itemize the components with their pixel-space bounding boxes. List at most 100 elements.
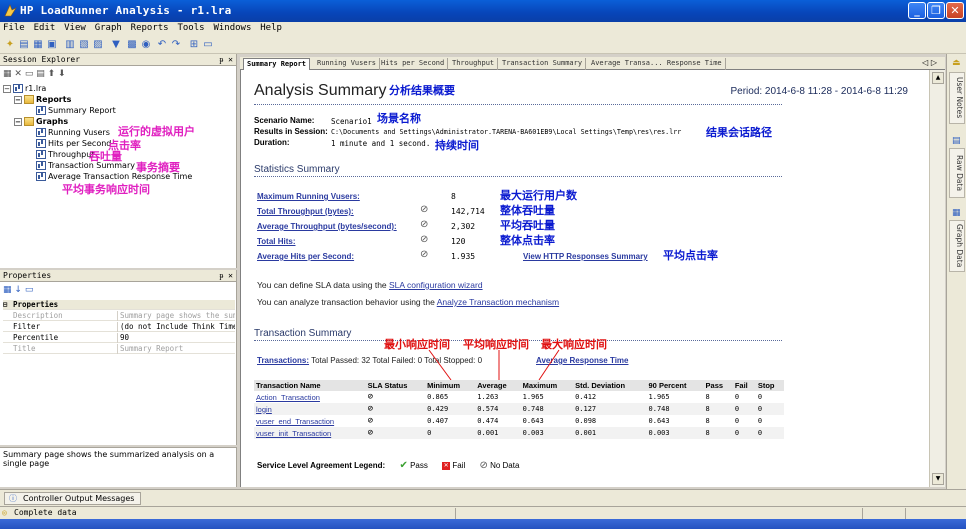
tab-hits-per-second[interactable]: Hits per Second: [378, 58, 449, 70]
property-description: Summary page shows the summarized analys…: [0, 447, 237, 487]
no-data-icon: ⊘: [367, 428, 374, 438]
tree-graph-running-vusers[interactable]: Running Vusers: [36, 127, 110, 138]
tab-scroll-arrows-icon[interactable]: ◁ ▷: [922, 58, 937, 67]
tree-summary-report[interactable]: Summary Report: [36, 105, 116, 116]
table-cell: 0.643: [648, 417, 670, 425]
collapse-icon[interactable]: −: [14, 95, 22, 104]
property-key: Percentile: [13, 333, 59, 342]
property-row-filter[interactable]: Filter (do not Include Think Time): [3, 322, 235, 332]
rename-icon[interactable]: ▭: [25, 69, 34, 79]
no-data-icon: ⊘: [367, 404, 374, 414]
properties-section[interactable]: ⊟ Properties: [3, 300, 235, 310]
table-cell: 0: [734, 393, 740, 401]
tab-running-vusers[interactable]: Running Vusers: [314, 58, 381, 70]
no-data-icon: ⊘: [367, 392, 374, 402]
export-icon[interactable]: ▧: [78, 39, 90, 51]
pin-close-icon[interactable]: ᵽ ✕: [219, 270, 233, 281]
close-button[interactable]: ✕: [946, 2, 964, 19]
table-cell: 0.412: [575, 393, 597, 401]
layout-icon[interactable]: ▭: [202, 39, 214, 51]
transaction-name-link[interactable]: Action_Transaction: [254, 391, 366, 403]
move-down-icon[interactable]: ⬇: [58, 69, 66, 79]
zoom-icon[interactable]: ◉: [140, 39, 152, 51]
tree-reports[interactable]: − Reports: [14, 94, 71, 105]
transaction-name-link[interactable]: vuser_init_Transaction: [254, 427, 366, 439]
property-value: 90: [117, 333, 235, 343]
scroll-up-icon[interactable]: ▲: [932, 72, 944, 84]
merge-icon[interactable]: ⊞: [188, 39, 200, 51]
new-session-icon[interactable]: ▤: [18, 39, 30, 51]
maximize-button[interactable]: ❐: [927, 2, 945, 19]
open-session-icon[interactable]: ✦: [4, 39, 16, 51]
sort-az-icon[interactable]: ↓: [14, 285, 22, 295]
tab-raw-data[interactable]: Raw Data: [949, 148, 965, 198]
property-value: Summary page shows the summa: [117, 311, 235, 321]
menu-windows[interactable]: Windows: [210, 22, 254, 34]
tab-transaction-summary[interactable]: Transaction Summary: [499, 58, 587, 70]
collapse-icon[interactable]: −: [3, 84, 11, 93]
collapse-icon[interactable]: −: [14, 117, 22, 126]
tree-summary-report-label: Summary Report: [48, 106, 116, 115]
transaction-name-link[interactable]: login: [254, 403, 366, 415]
tab-throughput[interactable]: Throughput: [449, 58, 499, 70]
property-key: Filter: [13, 322, 41, 331]
categorized-icon[interactable]: ▦: [3, 285, 12, 295]
menu-view[interactable]: View: [61, 22, 89, 34]
properties-icon[interactable]: ▨: [92, 39, 104, 51]
info-icon: ⓘ: [9, 494, 17, 503]
no-data-icon: ⊘: [367, 416, 374, 426]
status-text: Complete data: [14, 508, 77, 517]
property-row-title[interactable]: Title Summary Report: [3, 344, 235, 354]
col-maximum: Maximum: [520, 380, 574, 391]
transaction-name-link[interactable]: vuser_end_Transaction: [254, 415, 366, 427]
dock-icon[interactable]: ⏏: [952, 58, 961, 68]
tab-user-notes[interactable]: User Notes: [949, 72, 965, 124]
summary-report: Analysis Summary 分析结果概要 Period: 2014-6-8…: [240, 70, 929, 487]
tab-graph-data[interactable]: Graph Data: [949, 220, 965, 272]
tab-summary-report[interactable]: Summary Report: [243, 58, 311, 70]
minimize-button[interactable]: _: [908, 2, 926, 19]
graph-icon[interactable]: ▩: [126, 39, 138, 51]
session-file-icon: [13, 84, 23, 93]
print-icon[interactable]: ▣: [46, 39, 58, 51]
menu-help[interactable]: Help: [257, 22, 285, 34]
tree-root[interactable]: − r1.lra: [3, 83, 46, 94]
table-cell: 0.003: [520, 427, 574, 439]
undo-icon[interactable]: ↶: [156, 39, 168, 51]
scroll-down-icon[interactable]: ▼: [932, 473, 944, 485]
menu-graph[interactable]: Graph: [92, 22, 125, 34]
copy-item-icon[interactable]: ▤: [36, 69, 45, 79]
tree-graph-throughput[interactable]: Throughput: [36, 149, 94, 160]
tree-graphs[interactable]: − Graphs: [14, 116, 68, 127]
filter-icon[interactable]: ▼: [110, 39, 122, 51]
report-scrollbar[interactable]: ▲ ▼: [929, 70, 945, 487]
menu-file[interactable]: File: [0, 22, 28, 34]
controller-output-tab[interactable]: ⓘ Controller Output Messages: [4, 492, 142, 505]
title-bar: HP LoadRunner Analysis - r1.lra _ ❐ ✕: [0, 0, 966, 22]
menu-tools[interactable]: Tools: [174, 22, 207, 34]
new-item-icon[interactable]: ▦: [3, 69, 12, 79]
menu-edit[interactable]: Edit: [31, 22, 59, 34]
menu-reports[interactable]: Reports: [128, 22, 172, 34]
move-up-icon[interactable]: ⬆: [48, 69, 56, 79]
tab-avg-response[interactable]: Average Transa... Response Time: [588, 58, 726, 70]
table-cell: 1.263: [477, 393, 499, 401]
arrow-max: [538, 349, 560, 381]
copy-icon[interactable]: ▥: [64, 39, 76, 51]
table-cell: 0.643: [522, 417, 544, 425]
redo-icon[interactable]: ↷: [170, 39, 182, 51]
table-cell: 1.965: [648, 393, 670, 401]
property-row-percentile[interactable]: Percentile 90: [3, 333, 235, 343]
collapse-icon[interactable]: ⊟: [3, 300, 8, 310]
annotation-transaction-summary: 事务摘要: [136, 161, 180, 174]
properties-section-label: Properties: [13, 300, 59, 309]
table-row: Action_Transaction ⊘ 0.865 1.263 1.965 0…: [254, 391, 784, 403]
delete-icon[interactable]: ✕: [14, 69, 22, 79]
pin-close-icon[interactable]: ᵽ ✕: [219, 54, 233, 65]
property-row-description[interactable]: Description Summary page shows the summa: [3, 311, 235, 321]
legend-fail: Fail: [452, 461, 466, 470]
status-icon: ◎: [2, 508, 7, 517]
save-icon[interactable]: ▦: [32, 39, 44, 51]
property-pages-icon[interactable]: ▭: [25, 285, 34, 295]
folder-icon: [24, 117, 34, 126]
